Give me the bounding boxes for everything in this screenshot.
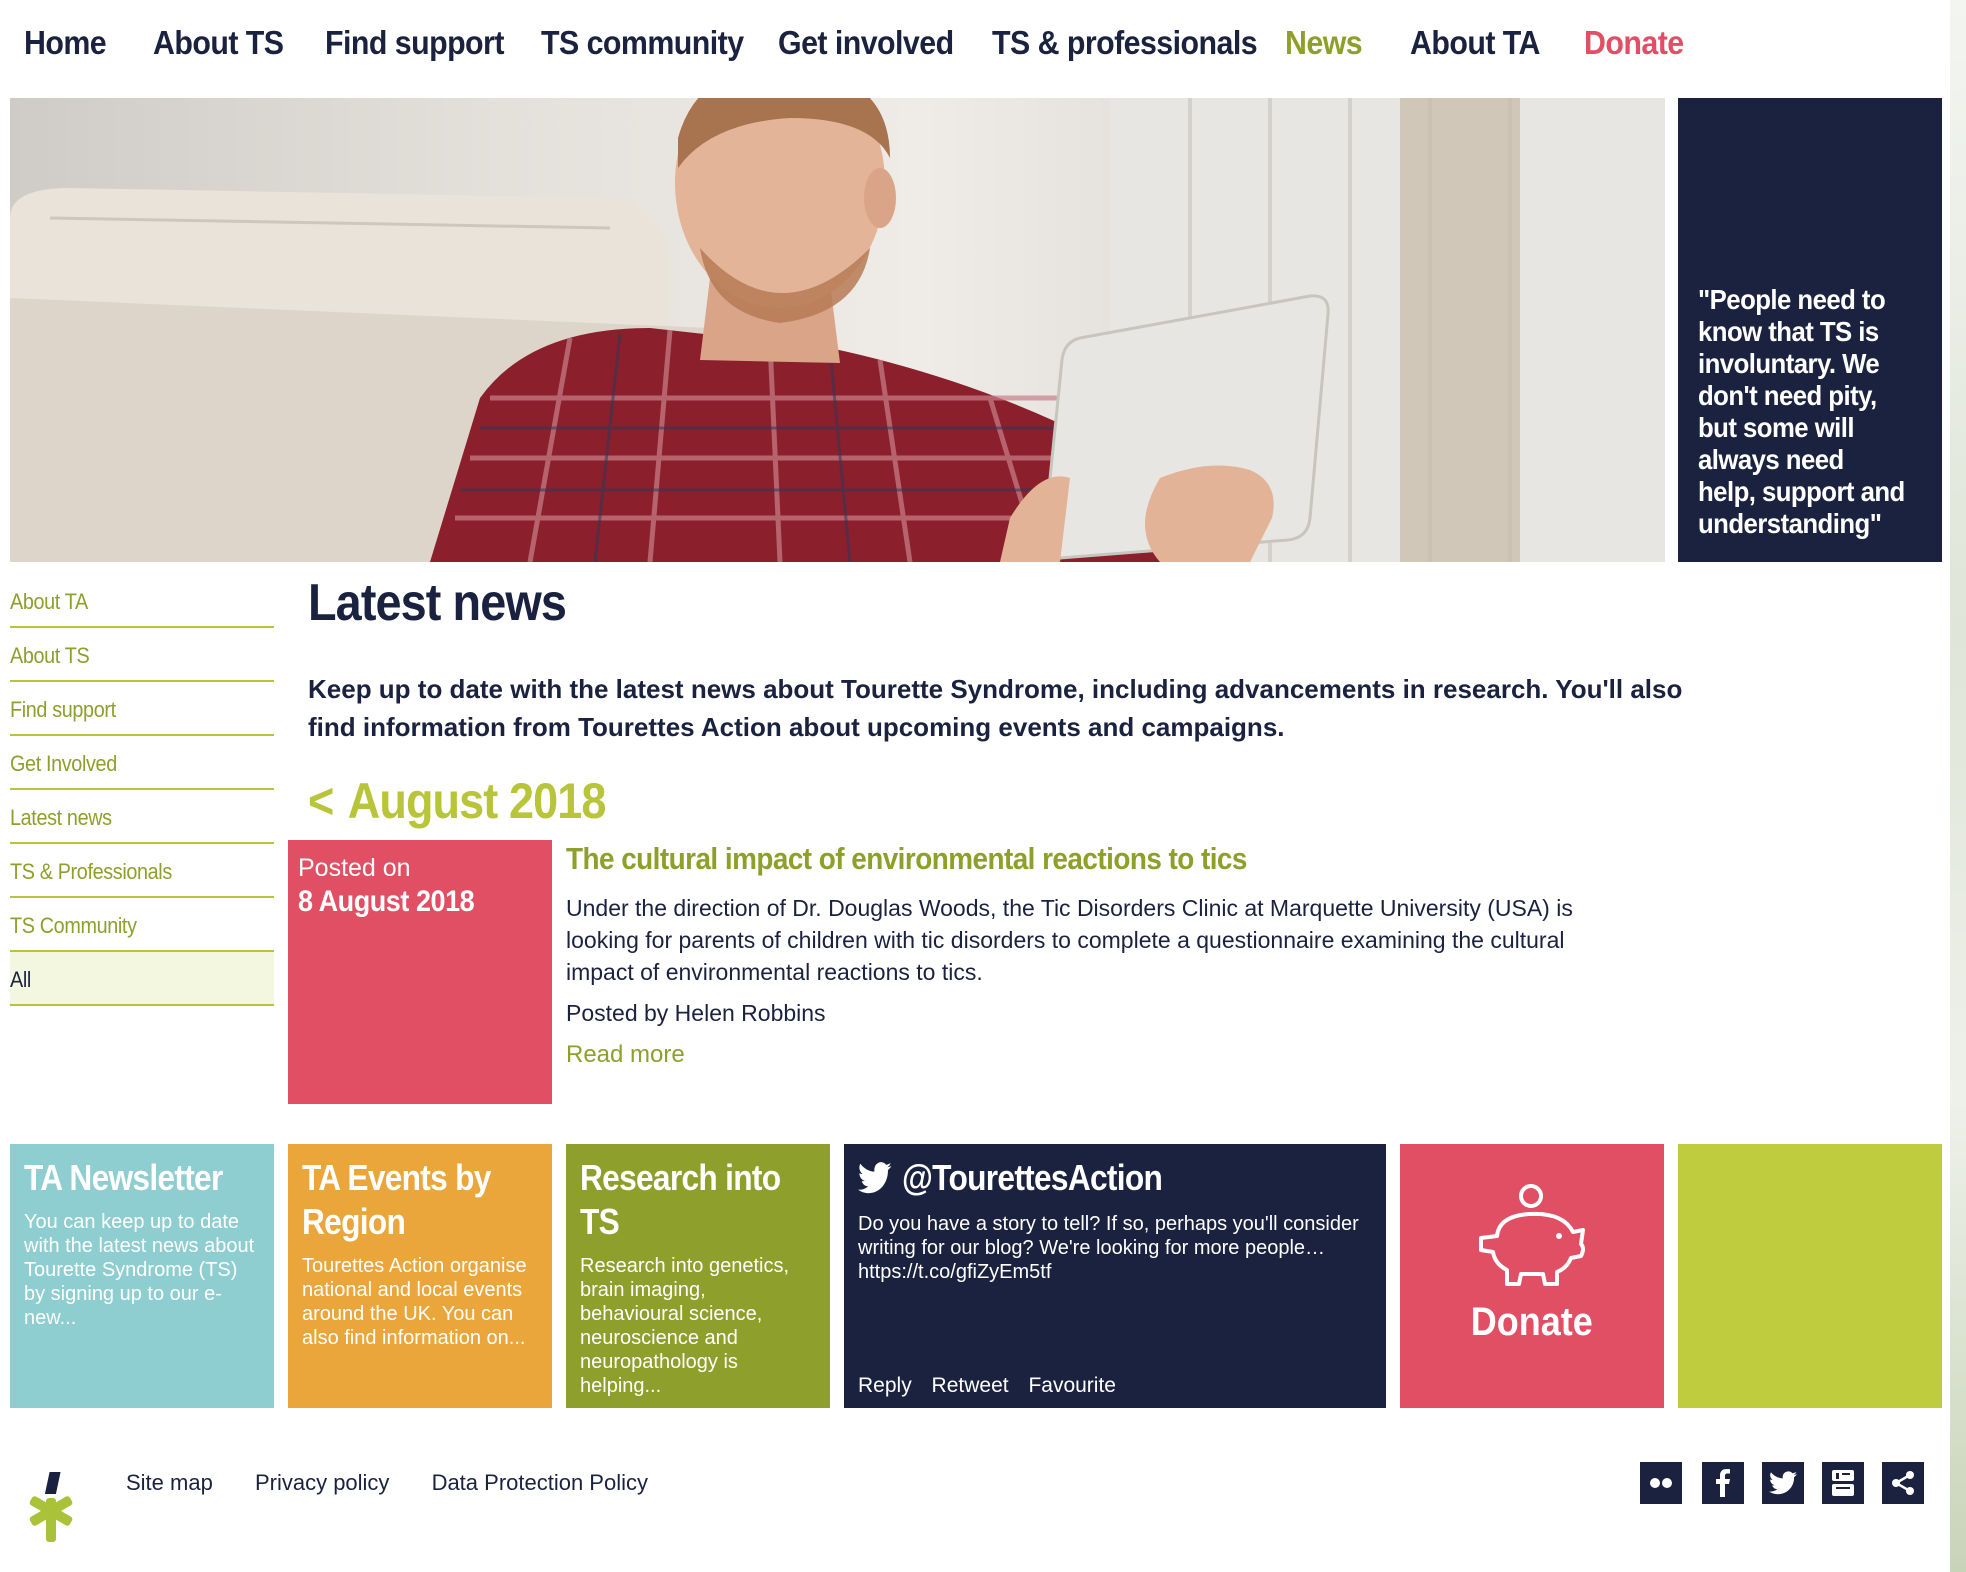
sidebar-item-label: TS Community	[10, 913, 137, 938]
footer-site-map-link[interactable]: Site map	[126, 1470, 213, 1495]
events-tile-text: Tourettes Action organise national and l…	[302, 1255, 527, 1349]
news-post: The cultural impact of environmental rea…	[566, 840, 1646, 1069]
twitter-tile-header: @TourettesAction	[858, 1156, 1351, 1200]
piggy-bank-icon	[1479, 1184, 1585, 1286]
decorative-green-tile	[1678, 1144, 1942, 1408]
youtube-icon[interactable]	[1822, 1462, 1864, 1504]
research-tile[interactable]: Research into TS Research into genetics,…	[566, 1144, 830, 1408]
sidebar-item-label: All	[10, 967, 31, 992]
sidebar-item-latest-news[interactable]: Latest news	[10, 790, 274, 844]
newsletter-tile-title: TA Newsletter	[24, 1157, 223, 1198]
hero-image	[10, 98, 1665, 562]
twitter-bird-icon	[858, 1162, 892, 1194]
previous-month-link[interactable]: <	[308, 773, 334, 829]
nav-home[interactable]: Home	[24, 24, 107, 62]
nav-find-support[interactable]: Find support	[325, 24, 504, 62]
sidebar-item-label: Get Involved	[10, 751, 117, 776]
post-excerpt: Under the direction of Dr. Douglas Woods…	[566, 895, 1573, 985]
tourettes-action-logo	[29, 1472, 73, 1542]
sidebar-item-ts-community[interactable]: TS Community	[10, 898, 274, 952]
tweet-text: Do you have a story to tell? If so, perh…	[858, 1213, 1359, 1283]
twitter-tile: @TourettesAction Do you have a story to …	[844, 1144, 1386, 1408]
tweet-actions: Reply Retweet Favourite	[858, 1374, 1130, 1398]
research-tile-text: Research into genetics, brain imaging, b…	[580, 1255, 790, 1397]
sidebar-item-find-support[interactable]: Find support	[10, 682, 274, 736]
sidebar-item-label: About TS	[10, 643, 90, 668]
post-title-link[interactable]: The cultural impact of environmental rea…	[566, 840, 1538, 878]
donate-tile-label: Donate	[1470, 1300, 1594, 1344]
sidebar-item-label: Latest news	[10, 805, 112, 830]
nav-about-ts[interactable]: About TS	[153, 24, 284, 62]
footer-privacy-policy-link[interactable]: Privacy policy	[255, 1470, 389, 1495]
intro-text: Keep up to date with the latest news abo…	[308, 674, 1683, 742]
sidebar-item-about-ta[interactable]: About TA	[10, 574, 274, 628]
hero-photo-illustration	[10, 98, 1665, 562]
nav-news[interactable]: News	[1285, 24, 1363, 62]
nav-ts-community[interactable]: TS community	[541, 24, 744, 62]
page-edge-decoration	[1950, 0, 1966, 1572]
footer-links: Site map Privacy policy Data Protection …	[126, 1470, 684, 1496]
events-tile-title: TA Events by Region	[302, 1157, 491, 1242]
month-heading: < August 2018	[308, 768, 1532, 834]
post-author: Posted by Helen Robbins	[566, 1000, 826, 1026]
sidebar-item-about-ts[interactable]: About TS	[10, 628, 274, 682]
nav-donate[interactable]: Donate	[1584, 24, 1684, 62]
share-icon[interactable]	[1882, 1462, 1924, 1504]
twitter-icon[interactable]	[1762, 1462, 1804, 1504]
sidebar-item-get-involved[interactable]: Get Involved	[10, 736, 274, 790]
tweet-reply-link[interactable]: Reply	[858, 1374, 912, 1397]
page-title: Latest news	[308, 574, 567, 632]
main-navigation: Home About TS Find support TS community …	[0, 0, 1966, 95]
newsletter-tile-text: You can keep up to date with the latest …	[24, 1211, 255, 1329]
sidebar-item-label: About TA	[10, 589, 88, 614]
sidebar-item-label: Find support	[10, 697, 116, 722]
events-tile[interactable]: TA Events by Region Tourettes Action org…	[288, 1144, 552, 1408]
post-date-box: Posted on 8 August 2018	[288, 840, 552, 1104]
newsletter-tile[interactable]: TA Newsletter You can keep up to date wi…	[10, 1144, 274, 1408]
flickr-icon[interactable]	[1640, 1462, 1682, 1504]
read-more-link[interactable]: Read more	[566, 1041, 685, 1069]
footer-data-protection-link[interactable]: Data Protection Policy	[432, 1470, 648, 1495]
sidebar-item-label: TS & Professionals	[10, 859, 172, 884]
hero-quote: "People need to know that TS is involunt…	[1698, 284, 1905, 539]
nav-about-ta[interactable]: About TA	[1410, 24, 1540, 62]
twitter-handle[interactable]: @TourettesAction	[902, 1156, 1163, 1200]
post-date: 8 August 2018	[298, 885, 475, 918]
sidebar-navigation: About TA About TS Find support Get Invol…	[10, 574, 274, 1006]
month-label: August 2018	[347, 773, 607, 829]
hero-quote-box: "People need to know that TS is involunt…	[1678, 98, 1942, 562]
tweet-retweet-link[interactable]: Retweet	[932, 1374, 1009, 1397]
donate-tile[interactable]: Donate	[1400, 1144, 1664, 1408]
tweet-favourite-link[interactable]: Favourite	[1028, 1374, 1116, 1397]
posted-on-label: Posted on	[298, 854, 411, 882]
facebook-icon[interactable]	[1702, 1462, 1744, 1504]
nav-ts-professionals[interactable]: TS & professionals	[992, 24, 1258, 62]
sidebar-item-ts-professionals[interactable]: TS & Professionals	[10, 844, 274, 898]
sidebar-item-all[interactable]: All	[10, 952, 274, 1006]
research-tile-title: Research into TS	[580, 1157, 781, 1242]
main-content: Latest news Keep up to date with the lat…	[308, 572, 1682, 834]
nav-get-involved[interactable]: Get involved	[778, 24, 954, 62]
